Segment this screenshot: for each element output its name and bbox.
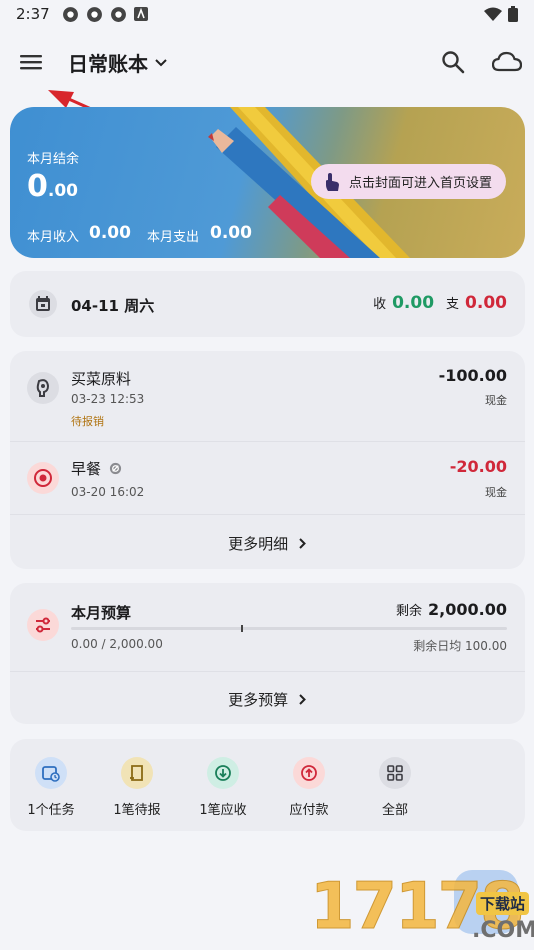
summary-date: 04-11 周六: [71, 297, 155, 315]
transaction-time: 03-20 16:02: [71, 485, 145, 499]
budget-title: 本月预算: [71, 604, 132, 622]
transaction-row[interactable]: 买菜原料 03-23 12:53 待报销 -100.00 现金: [10, 351, 525, 441]
budget-remaining: 剩余 2,000.00: [396, 600, 507, 619]
menu-icon[interactable]: [18, 50, 44, 74]
pending-reimburse-label: 1笔待报: [113, 803, 161, 818]
daily-summary-card[interactable]: 04-11 周六 收 0.00 支 0.00: [10, 271, 525, 337]
budget-sliders-icon: [27, 609, 59, 641]
receivable-shortcut[interactable]: 1笔应收: [180, 757, 266, 818]
all-label: 全部: [381, 803, 408, 818]
remain-label: 剩余: [396, 604, 423, 619]
calendar-clock-icon: [35, 757, 67, 789]
monthly-budget-card: 本月预算 剩余 2,000.00 0.00 / 2,000.00 剩余日均 10…: [10, 583, 525, 724]
cover-card[interactable]: 本月结余 0.00 本月收入 0.00 本月支出 0.00 点击封面可进入首页设…: [10, 107, 525, 258]
more-details-link[interactable]: 更多明细: [10, 533, 525, 554]
daily-income-value: 0.00: [392, 293, 435, 313]
app-notification-icon: [86, 6, 102, 22]
receivable-label: 1笔应收: [199, 803, 247, 818]
a-notification-icon: [133, 7, 148, 21]
cloud-sync-icon[interactable]: [492, 50, 522, 74]
wifi-icon: [484, 7, 502, 21]
app-notification-icon: [62, 6, 78, 22]
watermark-domain: .COM: [472, 918, 534, 943]
transaction-name: 早餐: [71, 458, 122, 479]
transaction-amount: -100.00: [438, 366, 507, 385]
tap-hand-icon: [326, 173, 339, 191]
receipt-icon: [121, 757, 153, 789]
divider: [10, 671, 525, 672]
battery-icon: [508, 6, 518, 22]
chevron-right-icon: [299, 694, 306, 705]
expense-value: 0.00: [210, 223, 252, 243]
daily-expense-value: 0.00: [465, 293, 507, 313]
daily-income-label: 收: [373, 297, 387, 312]
budget-usage: 0.00 / 2,000.00: [71, 637, 163, 651]
transaction-time: 03-23 12:53: [71, 392, 145, 406]
balance-int: 0: [27, 169, 48, 204]
grid-icon: [379, 757, 411, 789]
status-time: 2:37: [16, 5, 50, 23]
payable-label: 应付款: [289, 803, 329, 818]
transaction-amount: -20.00: [449, 457, 507, 476]
hint-text: 点击封面可进入首页设置: [349, 176, 493, 191]
arrow-down-circle-icon: [207, 757, 239, 789]
remain-value: 2,000.00: [428, 600, 507, 619]
more-budget-text: 更多预算: [228, 691, 289, 709]
more-budget-link[interactable]: 更多预算: [10, 689, 525, 710]
book-title: 日常账本: [68, 52, 148, 76]
transaction-row[interactable]: 早餐 03-20 16:02 -20.00 现金: [10, 442, 525, 514]
tasks-label: 1个任务: [27, 803, 75, 818]
income-value: 0.00: [89, 223, 131, 243]
payable-shortcut[interactable]: 应付款: [266, 757, 352, 818]
chevron-right-icon: [299, 538, 306, 549]
budget-daily-average: 剩余日均 100.00: [413, 639, 507, 653]
status-bar: 2:37: [0, 0, 534, 28]
chevron-down-icon: [155, 58, 167, 66]
quick-actions-card: 1个任务 1笔待报 1笔应收 应付款 全部: [10, 739, 525, 831]
transaction-account: 现金: [485, 486, 507, 499]
app-notification-icon: [110, 6, 126, 22]
arrow-up-circle-icon: [293, 757, 325, 789]
calendar-icon: [29, 290, 57, 318]
no-budget-icon: [109, 462, 121, 475]
watermark-site: 下载站: [476, 892, 530, 915]
reimbursement-pending-tag: 待报销: [71, 415, 104, 428]
budget-progress-bar: [71, 625, 507, 632]
more-details-text: 更多明细: [228, 535, 289, 553]
divider: [10, 514, 525, 515]
tasks-shortcut[interactable]: 1个任务: [8, 757, 94, 818]
daily-expense-label: 支: [446, 297, 460, 312]
transaction-account: 现金: [485, 394, 507, 407]
transaction-name-text: 早餐: [71, 460, 102, 478]
notification-icons: [62, 6, 148, 23]
transaction-name: 买菜原料: [71, 370, 132, 388]
income-label: 本月收入: [27, 230, 80, 245]
site-watermark: 17178 下载站 .COM: [310, 870, 534, 950]
pending-reimburse-shortcut[interactable]: 1笔待报: [94, 757, 180, 818]
balance-dec: .00: [47, 181, 78, 201]
search-icon[interactable]: [440, 49, 466, 75]
ingredient-category-icon: [27, 372, 59, 404]
breakfast-category-icon: [27, 462, 59, 494]
all-shortcut[interactable]: 全部: [352, 757, 438, 818]
balance-label: 本月结余: [27, 152, 80, 167]
progress-marker: [241, 625, 243, 632]
balance-value: 0.00: [27, 169, 78, 204]
daily-totals: 收 0.00 支 0.00: [373, 293, 507, 313]
book-selector[interactable]: 日常账本: [68, 48, 168, 77]
top-app-bar: 日常账本: [0, 38, 534, 86]
recent-transactions-card: 买菜原料 03-23 12:53 待报销 -100.00 现金 早餐 03-20…: [10, 351, 525, 569]
cover-settings-hint[interactable]: 点击封面可进入首页设置: [311, 164, 507, 199]
expense-label: 本月支出: [147, 230, 200, 245]
